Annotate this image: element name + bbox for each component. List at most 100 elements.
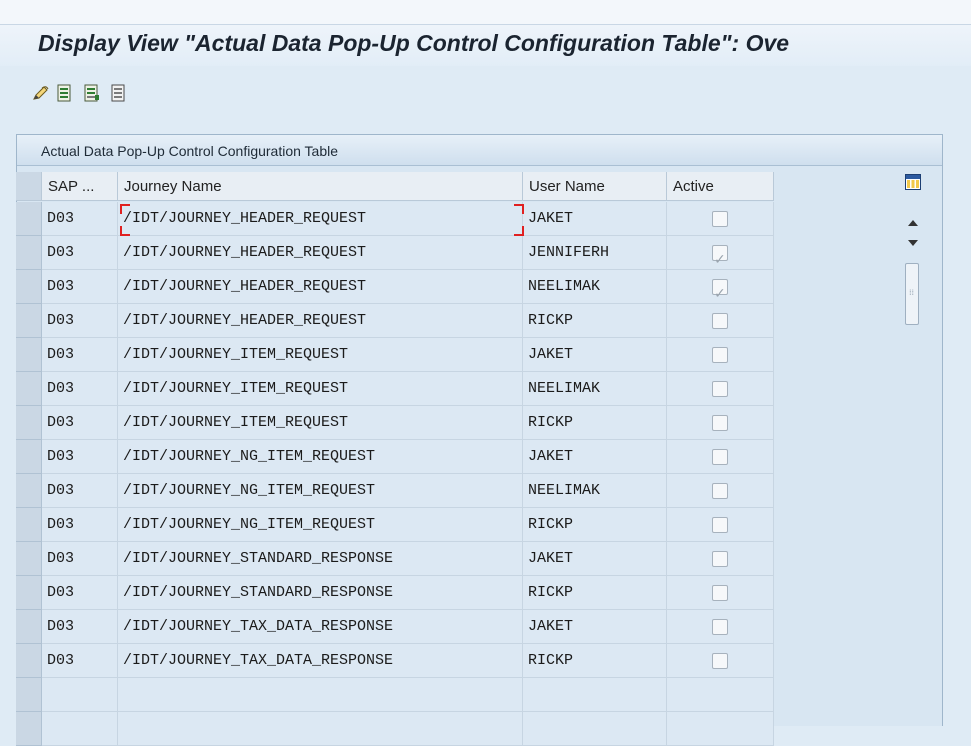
select-block-icon[interactable] — [83, 84, 101, 102]
cell-user-name[interactable]: NEELIMAK — [523, 372, 667, 406]
row-selector[interactable] — [16, 338, 42, 372]
cell-user-name[interactable]: JAKET — [523, 202, 667, 236]
row-selector[interactable] — [16, 542, 42, 576]
cell-user-name[interactable]: NEELIMAK — [523, 270, 667, 304]
cell-user-name[interactable]: JAKET — [523, 610, 667, 644]
edit-pencil-icon[interactable] — [32, 84, 50, 102]
cell-journey-name[interactable]: /IDT/JOURNEY_STANDARD_RESPONSE — [118, 576, 523, 610]
active-checkbox[interactable] — [712, 517, 728, 533]
scroll-up-icon[interactable] — [908, 220, 918, 226]
cell-active — [667, 474, 774, 508]
active-checkbox[interactable] — [712, 243, 728, 277]
cell-user-name[interactable]: NEELIMAK — [523, 474, 667, 508]
cell-active — [667, 270, 774, 311]
application-toolbar — [0, 66, 971, 122]
cell-journey-name[interactable]: /IDT/JOURNEY_HEADER_REQUEST — [118, 304, 523, 338]
cell-journey-name[interactable]: /IDT/JOURNEY_TAX_DATA_RESPONSE — [118, 610, 523, 644]
cell-sap-system[interactable]: D03 — [42, 610, 118, 644]
cell-user-name[interactable]: RICKP — [523, 406, 667, 440]
row-selector[interactable] — [16, 270, 42, 304]
row-selector[interactable] — [16, 474, 42, 508]
active-checkbox[interactable] — [712, 619, 728, 635]
cell-user-name[interactable]: RICKP — [523, 644, 667, 678]
cell-sap-system[interactable]: D03 — [42, 202, 118, 236]
column-settings-icon[interactable] — [905, 174, 921, 190]
active-checkbox[interactable] — [712, 211, 728, 227]
active-checkbox[interactable] — [712, 483, 728, 499]
cell-user-name[interactable]: JAKET — [523, 440, 667, 474]
cell-focus-marker — [514, 204, 524, 214]
row-selector[interactable] — [16, 304, 42, 338]
active-checkbox[interactable] — [712, 313, 728, 329]
active-checkbox[interactable] — [712, 277, 728, 311]
cell-journey-name[interactable]: /IDT/JOURNEY_TAX_DATA_RESPONSE — [118, 644, 523, 678]
vertical-scrollbar[interactable] — [902, 172, 924, 725]
cell-user-name[interactable]: RICKP — [523, 576, 667, 610]
row-selector[interactable] — [16, 202, 42, 236]
row-selector[interactable] — [16, 610, 42, 644]
cell-sap-system[interactable]: D03 — [42, 236, 118, 270]
cell-user-name[interactable] — [523, 712, 667, 746]
cell-journey-name[interactable]: /IDT/JOURNEY_HEADER_REQUEST — [118, 236, 523, 270]
cell-sap-system[interactable]: D03 — [42, 338, 118, 372]
cell-sap-system[interactable]: D03 — [42, 508, 118, 542]
cell-sap-system[interactable]: D03 — [42, 576, 118, 610]
active-checkbox[interactable] — [712, 551, 728, 567]
cell-active — [667, 610, 774, 644]
column-header-user-name[interactable]: User Name — [523, 172, 667, 201]
cell-journey-name[interactable]: /IDT/JOURNEY_ITEM_REQUEST — [118, 372, 523, 406]
deselect-all-icon[interactable] — [110, 84, 128, 102]
cell-journey-name[interactable]: /IDT/JOURNEY_ITEM_REQUEST — [118, 338, 523, 372]
active-checkbox[interactable] — [712, 653, 728, 669]
active-checkbox[interactable] — [712, 449, 728, 465]
active-checkbox[interactable] — [712, 381, 728, 397]
cell-sap-system[interactable] — [42, 678, 118, 712]
cell-sap-system[interactable]: D03 — [42, 270, 118, 304]
column-header-journey-name[interactable]: Journey Name — [118, 172, 523, 201]
row-selector[interactable] — [16, 678, 42, 712]
select-all-header-cell[interactable] — [16, 172, 42, 201]
cell-user-name[interactable]: JAKET — [523, 542, 667, 576]
cell-sap-system[interactable]: D03 — [42, 304, 118, 338]
cell-active — [667, 712, 774, 746]
cell-sap-system[interactable]: D03 — [42, 440, 118, 474]
cell-user-name[interactable] — [523, 678, 667, 712]
cell-active — [667, 542, 774, 576]
cell-journey-name[interactable]: /IDT/JOURNEY_NG_ITEM_REQUEST — [118, 508, 523, 542]
cell-journey-name[interactable]: /IDT/JOURNEY_NG_ITEM_REQUEST — [118, 440, 523, 474]
cell-user-name[interactable]: JENNIFERH — [523, 236, 667, 270]
active-checkbox[interactable] — [712, 585, 728, 601]
cell-user-name[interactable]: RICKP — [523, 304, 667, 338]
cell-journey-name[interactable]: /IDT/JOURNEY_HEADER_REQUEST — [118, 270, 523, 304]
cell-journey-name[interactable] — [118, 712, 523, 746]
scrollbar-thumb[interactable]: ⁞⁞ — [905, 263, 919, 325]
row-selector[interactable] — [16, 644, 42, 678]
cell-journey-name[interactable]: /IDT/JOURNEY_NG_ITEM_REQUEST — [118, 474, 523, 508]
cell-sap-system[interactable]: D03 — [42, 406, 118, 440]
row-selector[interactable] — [16, 712, 42, 746]
cell-user-name[interactable]: JAKET — [523, 338, 667, 372]
active-checkbox[interactable] — [712, 415, 728, 431]
row-selector[interactable] — [16, 440, 42, 474]
row-selector[interactable] — [16, 508, 42, 542]
cell-sap-system[interactable]: D03 — [42, 542, 118, 576]
cell-sap-system[interactable] — [42, 712, 118, 746]
cell-sap-system[interactable]: D03 — [42, 644, 118, 678]
page-title: Display View "Actual Data Pop-Up Control… — [38, 30, 790, 56]
cell-user-name[interactable]: RICKP — [523, 508, 667, 542]
column-header-sap[interactable]: SAP ... — [42, 172, 118, 201]
cell-journey-name[interactable]: /IDT/JOURNEY_ITEM_REQUEST — [118, 406, 523, 440]
cell-journey-name[interactable]: /IDT/JOURNEY_HEADER_REQUEST — [118, 202, 523, 236]
column-header-active[interactable]: Active — [667, 172, 774, 201]
cell-sap-system[interactable]: D03 — [42, 474, 118, 508]
row-selector[interactable] — [16, 236, 42, 270]
row-selector[interactable] — [16, 576, 42, 610]
cell-journey-name[interactable]: /IDT/JOURNEY_STANDARD_RESPONSE — [118, 542, 523, 576]
cell-sap-system[interactable]: D03 — [42, 372, 118, 406]
row-selector[interactable] — [16, 406, 42, 440]
cell-journey-name[interactable] — [118, 678, 523, 712]
scroll-down-icon[interactable] — [908, 240, 918, 246]
active-checkbox[interactable] — [712, 347, 728, 363]
select-all-icon[interactable] — [56, 84, 74, 102]
row-selector[interactable] — [16, 372, 42, 406]
